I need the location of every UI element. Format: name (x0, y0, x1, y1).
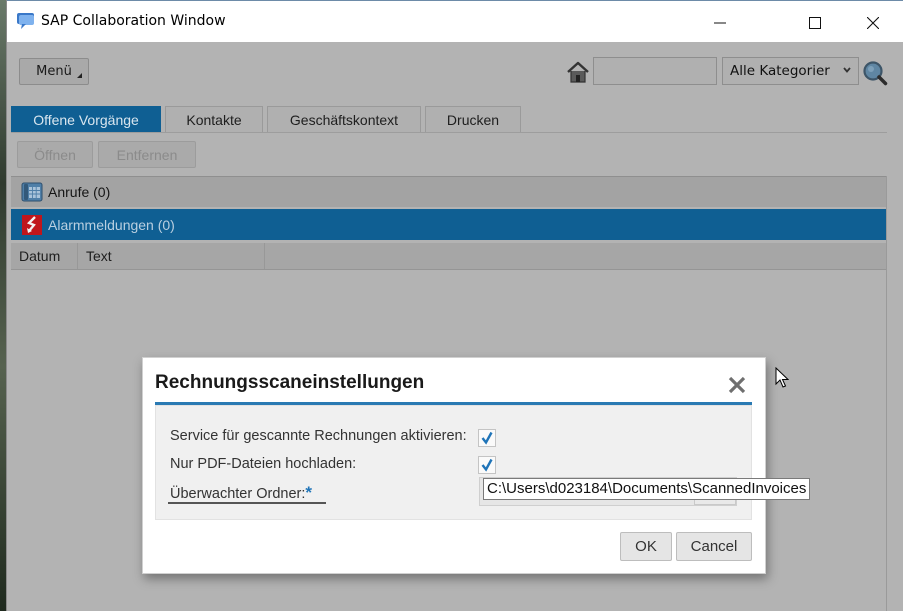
search-icon[interactable] (862, 60, 888, 86)
title-bar: SAP Collaboration Window (7, 0, 903, 42)
column-header-text[interactable]: Text (78, 243, 265, 269)
folder-label-underline (168, 502, 326, 504)
invoice-scan-settings-dialog: Rechnungsscaneinstellungen Service für g… (142, 357, 766, 574)
group-alarms-label: Alarmmeldungen (0) (48, 216, 175, 233)
tab-label: Offene Vorgänge (33, 111, 139, 128)
folder-label: Überwachter Ordner:* (170, 483, 312, 503)
tab-label: Kontakte (186, 111, 242, 128)
column-header-empty (265, 243, 887, 269)
column-label: Text (86, 248, 112, 264)
folder-path-input[interactable]: C:\Users\d023184\Documents\ScannedInvoic… (483, 478, 811, 500)
window-title: SAP Collaboration Window (41, 13, 226, 29)
chevron-down-icon (843, 67, 851, 73)
table-header: Datum Text (11, 243, 887, 270)
pdf-only-label: Nur PDF-Dateien hochladen: (170, 456, 357, 472)
category-select-value: Alle Kategorier (730, 63, 830, 79)
close-icon (867, 17, 879, 29)
minimize-icon (714, 22, 726, 24)
open-button-label: Öffnen (34, 146, 76, 163)
chat-bubble-icon (17, 13, 34, 29)
group-calls[interactable]: Anrufe (0) (11, 176, 887, 207)
checkmark-icon (481, 431, 493, 445)
column-label: Datum (19, 248, 61, 264)
tab-kontakte[interactable]: Kontakte (165, 106, 263, 132)
required-asterisk: * (305, 483, 313, 502)
alarm-icon (22, 214, 42, 235)
menu-button[interactable]: Menü (19, 58, 89, 85)
maximize-icon (809, 17, 821, 29)
column-header-datum[interactable]: Datum (11, 243, 78, 269)
tab-divider (11, 132, 887, 133)
ok-button[interactable]: OK (620, 532, 672, 561)
service-checkbox[interactable] (478, 429, 496, 447)
folder-label-text: Überwachter Ordner: (170, 486, 306, 502)
menu-button-label: Menü (36, 64, 72, 79)
open-button[interactable]: Öffnen (17, 141, 93, 168)
dropdown-corner-icon (77, 73, 82, 78)
service-label: Service für gescannte Rechnungen aktivie… (170, 428, 467, 444)
dialog-close-icon[interactable] (728, 376, 746, 394)
group-alarms[interactable]: Alarmmeldungen (0) (11, 209, 887, 240)
ok-button-label: OK (635, 538, 657, 555)
phone-icon (21, 182, 43, 202)
pdf-only-checkbox[interactable] (478, 456, 496, 474)
close-window-button[interactable] (850, 9, 896, 37)
minimize-button[interactable] (697, 9, 743, 37)
search-input[interactable] (593, 57, 717, 85)
mouse-cursor-icon (775, 367, 789, 388)
category-select[interactable]: Alle Kategorier (722, 57, 859, 85)
group-calls-label: Anrufe (0) (48, 184, 111, 200)
cancel-button-label: Cancel (690, 538, 738, 555)
remove-button[interactable]: Entfernen (98, 141, 196, 168)
tab-label: Geschäftskontext (289, 111, 399, 128)
panel-border (886, 176, 887, 611)
cancel-button[interactable]: Cancel (676, 532, 752, 561)
remove-button-label: Entfernen (116, 146, 178, 163)
tab-drucken[interactable]: Drucken (425, 106, 521, 132)
checkmark-icon (481, 458, 493, 472)
toolbar: Menü Alle Kategorier (7, 41, 903, 103)
dialog-form: Service für gescannte Rechnungen aktivie… (155, 405, 752, 520)
maximize-button[interactable] (792, 9, 838, 37)
tab-offene-vorgaenge[interactable]: Offene Vorgänge (11, 106, 161, 132)
dialog-title: Rechnungsscaneinstellungen (155, 372, 425, 393)
tab-geschaeftskontext[interactable]: Geschäftskontext (267, 106, 421, 132)
tab-label: Drucken (446, 111, 500, 128)
home-icon[interactable] (566, 61, 590, 83)
